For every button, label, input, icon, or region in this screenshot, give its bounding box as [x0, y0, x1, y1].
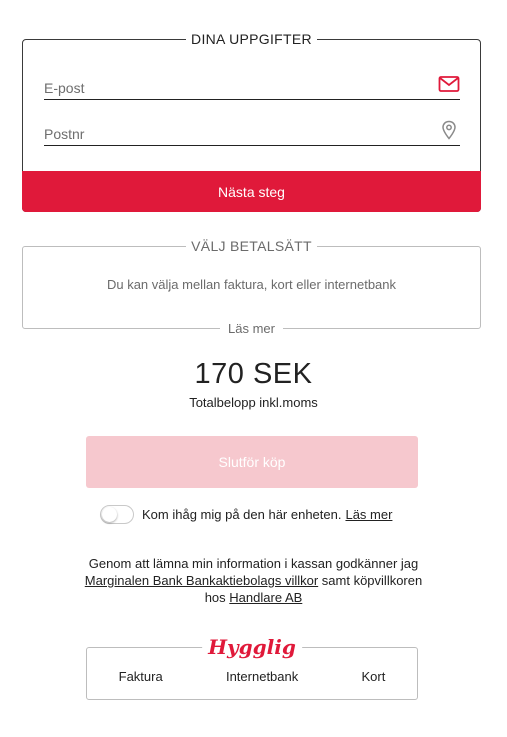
method-internetbank: Internetbank	[225, 669, 299, 684]
terms-text: Genom att lämna min information i kassan…	[40, 555, 467, 606]
payment-legend-text: VÄLJ BETALSÄTT	[186, 238, 317, 254]
method-kort: Kort	[361, 669, 386, 684]
payment-methods-list: Faktura Internetbank Kort	[87, 669, 417, 684]
remember-read-more-link[interactable]: Läs mer	[345, 507, 392, 522]
payment-read-more-link[interactable]: Läs mer	[220, 321, 283, 336]
remember-me-row: Kom ihåg mig på den här enheten. Läs mer	[100, 504, 392, 524]
hygglig-logo: Hygglig	[202, 634, 302, 660]
payment-description: Du kan välja mellan faktura, kort eller …	[106, 277, 397, 292]
zip-field[interactable]	[44, 116, 460, 146]
email-field[interactable]	[44, 70, 460, 100]
next-step-button[interactable]: Nästa steg	[22, 171, 481, 212]
complete-purchase-button[interactable]: Slutför köp	[86, 436, 418, 488]
total-amount: 170 SEK	[194, 358, 313, 390]
payment-legend: VÄLJ BETALSÄTT	[23, 238, 480, 254]
details-legend-text: DINA UPPGIFTER	[186, 31, 317, 47]
merchant-link[interactable]: Handlare AB	[229, 590, 302, 605]
payment-section: VÄLJ BETALSÄTT Du kan välja mellan faktu…	[22, 238, 481, 336]
hygglig-methods-box: Hygglig Faktura Internetbank Kort	[86, 634, 418, 700]
toggle-knob	[102, 506, 117, 522]
payment-read-more[interactable]: Läs mer	[23, 321, 480, 337]
details-section: DINA UPPGIFTER Nästa steg	[22, 31, 481, 212]
terms-part1: Genom att lämna min information i kassan…	[88, 556, 419, 571]
method-faktura: Faktura	[118, 669, 163, 684]
bank-terms-link[interactable]: Marginalen Bank Bankaktiebolags villkor	[85, 573, 318, 588]
zip-input[interactable]	[44, 116, 424, 144]
details-legend: DINA UPPGIFTER	[23, 31, 480, 47]
total-label: Totalbelopp inkl.moms	[189, 395, 318, 410]
mail-icon	[438, 76, 460, 92]
location-pin-icon	[442, 120, 456, 140]
email-input[interactable]	[44, 70, 424, 98]
remember-me-label: Kom ihåg mig på den här enheten.	[142, 506, 342, 522]
terms-part3: hos	[204, 590, 226, 605]
terms-part2: samt köpvillkoren	[321, 573, 423, 588]
remember-me-toggle[interactable]	[100, 504, 134, 524]
